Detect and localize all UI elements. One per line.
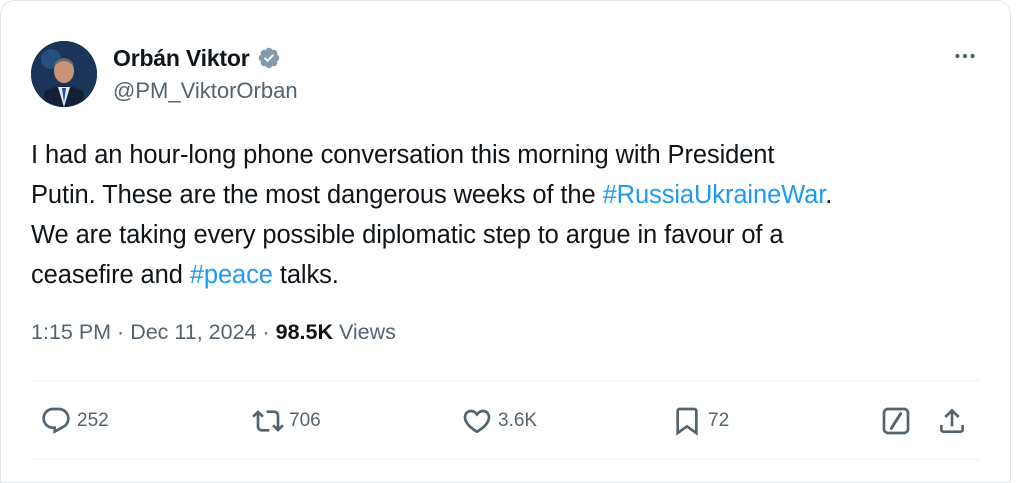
tweet-card: Orbán Viktor @PM_ViktorOrban I had an ho…	[0, 0, 1011, 483]
tweet-text-segment: We are taking every possible diplomatic …	[31, 221, 784, 249]
tweet-text-line: ceasefire and #peace talks.	[31, 255, 981, 295]
like-button[interactable]: 3.6K	[460, 404, 537, 438]
tweet-text: I had an hour-long phone conversation th…	[31, 135, 981, 295]
verified-badge-icon[interactable]	[257, 46, 281, 70]
meta-separator: ·	[256, 320, 276, 344]
avatar[interactable]	[31, 41, 97, 107]
tweet-text-segment: .	[825, 181, 833, 209]
grok-icon[interactable]	[879, 404, 913, 438]
tweet-text-segment: Putin. These are the most dangerous week…	[31, 181, 603, 209]
bookmark-icon[interactable]	[670, 404, 704, 438]
author-handle[interactable]: @PM_ViktorOrban	[113, 78, 298, 104]
hashtag-link[interactable]: #peace	[190, 261, 273, 289]
repost-icon[interactable]	[251, 404, 285, 438]
tweet-date[interactable]: Dec 11, 2024	[130, 320, 256, 344]
more-horizontal-icon[interactable]	[950, 41, 980, 71]
divider	[31, 380, 980, 381]
reply-button[interactable]: 252	[39, 404, 109, 438]
repost-count: 706	[289, 410, 321, 431]
like-count: 3.6K	[498, 410, 538, 431]
share-icon[interactable]	[935, 404, 969, 438]
divider	[31, 459, 980, 460]
views-count[interactable]: 98.5K	[276, 320, 333, 344]
tweet-text-segment: I had an hour-long phone conversation th…	[31, 141, 775, 169]
reply-icon[interactable]	[39, 404, 73, 438]
tweet-meta: 1:15 PM · Dec 11, 2024 · 98.5K Views	[31, 320, 396, 345]
bookmark-button[interactable]: 72	[670, 404, 729, 438]
bookmark-count: 72	[708, 410, 730, 431]
tweet-text-segment: ceasefire and	[31, 261, 190, 289]
author-name-row: Orbán Viktor	[113, 42, 281, 74]
reply-count: 252	[77, 410, 109, 431]
tweet-time[interactable]: 1:15 PM	[31, 320, 111, 344]
views-label[interactable]: Views	[333, 320, 396, 344]
tweet-text-line: Putin. These are the most dangerous week…	[31, 175, 981, 215]
tweet-text-line: We are taking every possible diplomatic …	[31, 215, 981, 255]
author-display-name[interactable]: Orbán Viktor	[113, 45, 250, 72]
hashtag-link[interactable]: #RussiaUkraineWar	[603, 181, 826, 209]
repost-button[interactable]: 706	[251, 404, 321, 438]
tweet-text-segment: talks.	[272, 261, 339, 289]
tweet-text-line: I had an hour-long phone conversation th…	[31, 135, 981, 175]
meta-separator: ·	[111, 320, 131, 344]
heart-icon[interactable]	[460, 404, 494, 438]
